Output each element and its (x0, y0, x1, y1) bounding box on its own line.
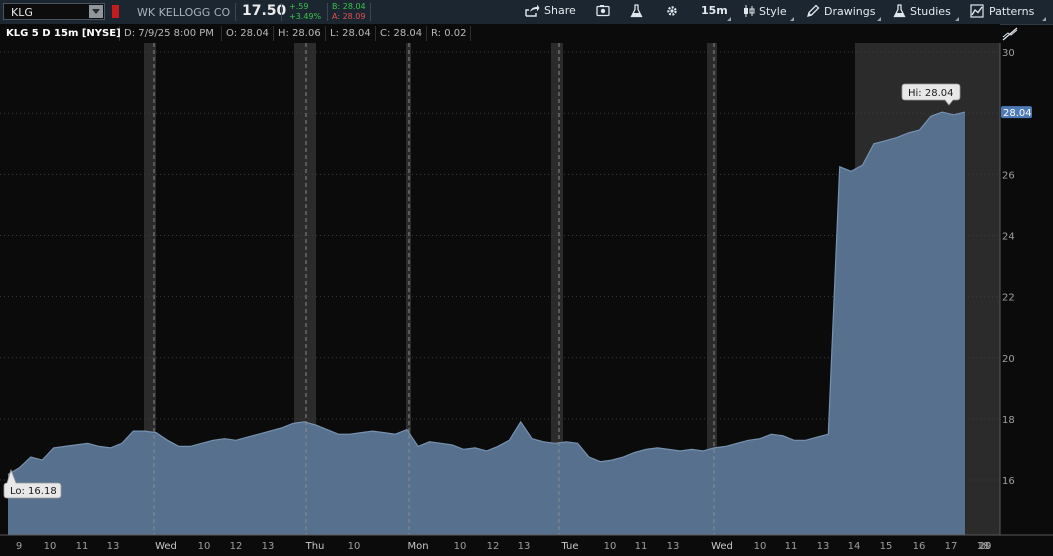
y-tick-label: 20 (1002, 354, 1015, 365)
x-tick-label: 10 (454, 541, 467, 552)
y-tick-label: 26 (1002, 170, 1015, 181)
low-callout-label: Lo: 16.18 (10, 486, 57, 497)
x-tick-label: 10 (44, 541, 57, 552)
x-tick-label: 10 (198, 541, 211, 552)
x-tick-label: Wed (155, 541, 177, 552)
x-tick-label: 10 (348, 541, 361, 552)
x-tick-label: 13 (107, 541, 120, 552)
x-tick-label: Wed (711, 541, 733, 552)
thinkorswim-chart-window: KLG WK KELLOGG CO 17.50 +.59 +3.49% B: 2… (0, 0, 1053, 556)
x-tick-label: 11 (785, 541, 798, 552)
last-price-tag-label: 28.04 (1003, 108, 1032, 119)
x-tick-label: Mon (407, 541, 428, 552)
y-tick-label: 16 (1002, 476, 1015, 487)
x-tick-label: 15 (880, 541, 893, 552)
chart-settings-icon[interactable] (1000, 26, 1020, 42)
x-tick-label: 20 (979, 541, 992, 552)
y-tick-label: 30 (1002, 48, 1015, 59)
x-tick-label: 17 (945, 541, 958, 552)
x-tick-label: Tue (560, 541, 578, 552)
x-tick-label: 12 (487, 541, 500, 552)
y-tick-label: 18 (1002, 415, 1015, 426)
x-tick-label: 13 (518, 541, 531, 552)
x-tick-label: Thu (305, 541, 325, 552)
x-tick-label: 9 (16, 541, 22, 552)
y-tick-label: 24 (1002, 232, 1015, 243)
x-tick-label: 13 (817, 541, 830, 552)
x-tick-label: 14 (848, 541, 861, 552)
x-tick-label: 13 (667, 541, 680, 552)
x-tick-label: 11 (76, 541, 89, 552)
x-tick-label: 16 (913, 541, 926, 552)
price-chart[interactable]: 161820222426283028.04 9101113Wed101213Th… (0, 0, 1053, 556)
y-tick-label: 22 (1002, 293, 1015, 304)
x-tick-label: 13 (262, 541, 275, 552)
x-tick-label: 10 (604, 541, 617, 552)
x-tick-label: 12 (230, 541, 243, 552)
x-tick-label: 10 (754, 541, 767, 552)
high-callout-label: Hi: 28.04 (908, 88, 953, 99)
x-tick-label: 11 (635, 541, 648, 552)
